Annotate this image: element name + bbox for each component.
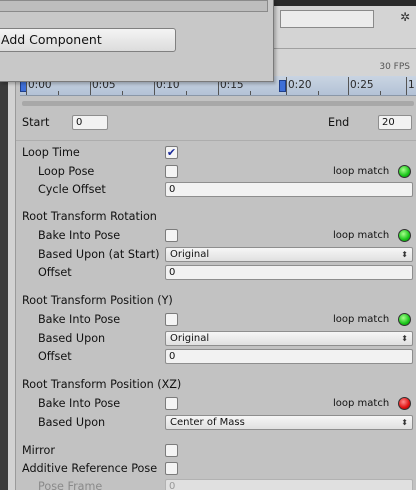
- additive-row: Additive Reference Pose: [22, 460, 416, 477]
- toolbar-strip: [274, 0, 416, 6]
- loop-pose-checkbox[interactable]: [165, 165, 178, 178]
- rotation-offset-row: Offset 0: [22, 264, 416, 281]
- loop-time-row: Loop Time ✔: [22, 144, 416, 161]
- cycle-offset-row: Cycle Offset 0: [22, 181, 416, 198]
- dropdown-arrow-icon: ⬍: [401, 250, 408, 259]
- rotation-based-upon-label: Based Upon (at Start): [38, 248, 160, 261]
- loop-pose-label: Loop Pose: [38, 165, 95, 178]
- loop-match-status-icon: [398, 397, 411, 410]
- dropdown-value: Original: [170, 249, 210, 260]
- position-y-bake-row: Bake Into Pose loop match: [22, 311, 416, 328]
- position-xz-header: Root Transform Position (XZ): [22, 378, 182, 391]
- dropdown-value: Original: [170, 333, 210, 344]
- position-y-based-upon-dropdown[interactable]: Original ⬍: [165, 331, 413, 346]
- loop-pose-row: Loop Pose loop match: [22, 163, 416, 180]
- position-y-offset-row: Offset 0: [22, 348, 416, 365]
- position-xz-based-upon-label: Based Upon: [38, 416, 106, 429]
- end-label: End: [328, 116, 350, 129]
- dropdown-arrow-icon: ⬍: [401, 334, 408, 343]
- start-end-row: Start 0 End 20: [22, 114, 416, 131]
- dropdown-arrow-icon: ⬍: [401, 418, 408, 427]
- rotation-header-row: Root Transform Rotation: [22, 208, 416, 225]
- position-y-offset-field[interactable]: 0: [165, 349, 413, 364]
- add-component-button[interactable]: Add Component: [0, 28, 176, 52]
- end-marker-icon[interactable]: [279, 80, 286, 92]
- pose-frame-field: 0: [165, 479, 413, 490]
- position-y-bake-checkbox[interactable]: [165, 313, 178, 326]
- divider: [274, 48, 416, 49]
- position-xz-based-upon-row: Based Upon Center of Mass ⬍: [22, 414, 416, 431]
- position-xz-bake-row: Bake Into Pose loop match: [22, 395, 416, 412]
- loop-match-status-icon: [398, 313, 411, 326]
- timeline-tick: [186, 91, 187, 95]
- left-gutter: [8, 82, 16, 490]
- gear-icon[interactable]: ✲: [396, 8, 414, 26]
- component-panel: Add Component: [0, 0, 274, 82]
- cycle-offset-label: Cycle Offset: [38, 183, 106, 196]
- rotation-header: Root Transform Rotation: [22, 210, 157, 223]
- timeline-label: 0:20: [288, 79, 312, 91]
- position-xz-header-row: Root Transform Position (XZ): [22, 376, 416, 393]
- position-y-based-upon-row: Based Upon Original ⬍: [22, 330, 416, 347]
- timeline-tick: [406, 77, 407, 95]
- mirror-row: Mirror: [22, 442, 416, 459]
- component-panel-top-field: [0, 0, 268, 12]
- timeline-tick: [318, 91, 319, 95]
- position-xz-bake-checkbox[interactable]: [165, 397, 178, 410]
- rotation-bake-row: Bake Into Pose loop match: [22, 227, 416, 244]
- start-label: Start: [22, 116, 50, 129]
- pose-frame-label: Pose Frame: [38, 480, 103, 490]
- loop-match-status-icon: [398, 229, 411, 242]
- loop-time-checkbox[interactable]: ✔: [165, 146, 178, 159]
- timeline-tick: [122, 91, 123, 95]
- rotation-based-upon-dropdown[interactable]: Original ⬍: [165, 247, 413, 262]
- left-edge-strip: [0, 82, 8, 490]
- loop-match-label: loop match: [333, 230, 390, 241]
- pose-frame-row: Pose Frame 0: [22, 478, 416, 490]
- divider: [16, 140, 416, 141]
- timeline-tick: [58, 91, 59, 95]
- loop-match-label: loop match: [333, 314, 390, 325]
- position-y-based-upon-label: Based Upon: [38, 332, 106, 345]
- rotation-based-upon-row: Based Upon (at Start) Original ⬍: [22, 246, 416, 263]
- object-name-field[interactable]: [280, 10, 374, 28]
- start-field[interactable]: 0: [72, 115, 108, 130]
- mirror-checkbox[interactable]: [165, 444, 178, 457]
- timeline-tick: [380, 91, 381, 95]
- loop-match-status-icon: [398, 165, 411, 178]
- position-y-header-row: Root Transform Position (Y): [22, 292, 416, 309]
- position-y-offset-label: Offset: [38, 350, 72, 363]
- rotation-offset-label: Offset: [38, 266, 72, 279]
- rotation-bake-checkbox[interactable]: [165, 229, 178, 242]
- position-y-header: Root Transform Position (Y): [22, 294, 173, 307]
- timeline-tick: [250, 91, 251, 95]
- mirror-label: Mirror: [22, 444, 55, 457]
- timeline-scrollbar[interactable]: [22, 101, 414, 106]
- cycle-offset-field[interactable]: 0: [165, 182, 413, 197]
- loop-match-label: loop match: [333, 166, 390, 177]
- fps-label: 30 FPS: [379, 62, 410, 72]
- position-y-bake-label: Bake Into Pose: [38, 313, 121, 326]
- timeline-tick: [348, 77, 349, 95]
- position-xz-based-upon-dropdown[interactable]: Center of Mass ⬍: [165, 415, 413, 430]
- rotation-offset-field[interactable]: 0: [165, 265, 413, 280]
- timeline-tick: [286, 77, 287, 95]
- end-field[interactable]: 20: [378, 115, 412, 130]
- rotation-bake-label: Bake Into Pose: [38, 229, 121, 242]
- timeline-label: 0:25: [350, 79, 374, 91]
- position-xz-bake-label: Bake Into Pose: [38, 397, 121, 410]
- timeline-label: 1: [408, 79, 415, 91]
- loop-time-label: Loop Time: [22, 146, 80, 159]
- additive-reference-pose-checkbox[interactable]: [165, 462, 178, 475]
- loop-match-label: loop match: [333, 398, 390, 409]
- dropdown-value: Center of Mass: [170, 417, 245, 428]
- additive-reference-pose-label: Additive Reference Pose: [22, 462, 158, 475]
